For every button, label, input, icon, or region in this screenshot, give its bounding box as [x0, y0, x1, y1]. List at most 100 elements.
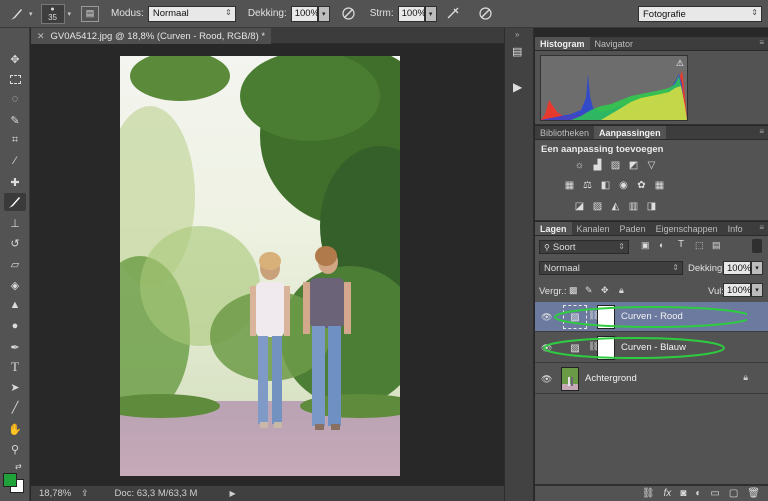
line-tool-icon[interactable]: ╱ [4, 398, 26, 416]
tab-properties[interactable]: Eigenschappen [651, 222, 723, 235]
hue-saturation-icon[interactable]: ▦ [563, 179, 576, 191]
layer-style-icon[interactable]: fx [664, 488, 672, 499]
flow-dropdown[interactable]: ▾ [424, 5, 437, 22]
exposure-icon[interactable]: ◩ [627, 159, 640, 171]
add-mask-icon[interactable]: ◙ [680, 488, 686, 499]
new-adjustment-icon[interactable]: ◐ [695, 488, 701, 499]
tab-paths[interactable]: Paden [615, 222, 651, 235]
levels-icon[interactable]: ▟ [591, 159, 604, 171]
marquee-tool-icon[interactable] [4, 70, 26, 88]
brush-preset-picker[interactable]: ● 35 [40, 3, 65, 24]
airbrush-icon[interactable] [445, 6, 463, 21]
fill-field[interactable]: 100% [723, 283, 751, 297]
dodge-tool-icon[interactable]: ● [4, 317, 26, 335]
pressure-size-icon[interactable] [477, 6, 495, 21]
filter-smart-object-icon[interactable]: ▤ [712, 240, 721, 251]
lasso-tool-icon[interactable]: ◌ [4, 90, 26, 108]
background-layer-thumbnail[interactable] [561, 367, 579, 391]
filter-shape-icon[interactable]: ⬚ [695, 240, 704, 251]
layer-row-curves-red[interactable]: 👁︎ ▨ ⛓︎ Curven - Rood [535, 302, 768, 332]
foreground-color-swatch[interactable] [3, 473, 17, 487]
clone-stamp-tool-icon[interactable]: ⊥ [4, 214, 26, 232]
gradient-map-icon[interactable]: ▥ [627, 200, 640, 212]
channel-mixer-icon[interactable]: ✿ [635, 179, 648, 191]
threshold-icon[interactable]: ◭ [609, 200, 622, 212]
filter-pixel-icon[interactable]: ▣ [641, 240, 650, 251]
lock-transparency-icon[interactable]: ▩ [569, 285, 578, 296]
selective-color-icon[interactable]: ◨ [645, 200, 658, 212]
blend-mode-select[interactable]: Normaal ⇕ [539, 261, 683, 275]
layer-name[interactable]: Achtergrond [585, 373, 637, 384]
warning-icon[interactable]: ⚠ [676, 58, 684, 69]
new-layer-icon[interactable]: ▢ [729, 488, 738, 499]
eraser-tool-icon[interactable]: ▱ [4, 255, 26, 273]
share-icon[interactable]: ⇪ [81, 488, 89, 499]
filter-adjustment-icon[interactable]: ◐ [659, 240, 664, 250]
brush-tool-icon[interactable] [4, 193, 26, 211]
posterize-icon[interactable]: ▨ [591, 200, 604, 212]
panel-menu-icon[interactable]: ≡ [759, 127, 764, 136]
lock-position-icon[interactable]: ✥ [601, 285, 609, 296]
filter-type-icon[interactable]: T [678, 239, 684, 250]
new-group-icon[interactable]: ▭ [710, 488, 719, 499]
crop-tool-icon[interactable]: ⌗ [4, 131, 26, 149]
brightness-icon[interactable]: ☼ [573, 159, 586, 171]
pressure-opacity-icon[interactable] [340, 6, 358, 21]
tab-histogram[interactable]: Histogram [535, 37, 590, 50]
photo-canvas[interactable] [120, 56, 400, 476]
zoom-level[interactable]: 18,78% [39, 488, 75, 499]
tab-adjustments[interactable]: Aanpassingen [594, 126, 666, 139]
history-panel-icon[interactable]: ▤ [512, 45, 528, 59]
brush-tool-icon[interactable] [5, 6, 29, 22]
panel-menu-icon[interactable]: ≡ [759, 38, 764, 47]
photo-filter-icon[interactable]: ◉ [617, 179, 630, 191]
black-white-icon[interactable]: ◧ [599, 179, 612, 191]
layer-row-curves-blue[interactable]: 👁︎ ▨ ⛓︎ Curven - Blauw [535, 333, 768, 363]
lock-pixels-icon[interactable]: ✎ [585, 285, 593, 296]
chevron-down-icon[interactable]: ▾ [29, 10, 33, 18]
vibrance-icon[interactable]: ▽ [645, 159, 658, 171]
tab-libraries[interactable]: Bibliotheken [535, 126, 594, 139]
flow-field[interactable]: 100% [397, 5, 426, 22]
opacity-dropdown[interactable]: ▾ [317, 5, 330, 22]
pen-tool-icon[interactable]: ✒ [4, 338, 26, 356]
close-icon[interactable]: ✕ [37, 31, 45, 42]
actions-panel-icon[interactable]: ▶ [513, 80, 529, 94]
path-selection-tool-icon[interactable]: ➤ [4, 378, 26, 396]
paint-bucket-tool-icon[interactable]: ◈ [4, 276, 26, 294]
workspace-select[interactable]: Fotografie ⇕ [638, 6, 762, 22]
zoom-tool-icon[interactable]: ⚲ [4, 440, 26, 458]
panel-menu-icon[interactable]: ≡ [759, 223, 764, 232]
brush-panel-icon[interactable]: ▤ [81, 5, 100, 22]
fill-dropdown[interactable]: ▾ [751, 283, 763, 297]
visibility-eye-icon[interactable]: 👁︎ [541, 374, 553, 384]
tab-navigator[interactable]: Navigator [590, 37, 639, 50]
history-brush-tool-icon[interactable]: ↺ [4, 234, 26, 252]
mode-select[interactable]: Normaal ⇕ [147, 5, 236, 22]
trash-icon[interactable]: 🗑︎ [747, 488, 760, 499]
healing-brush-tool-icon[interactable]: ✚ [4, 173, 26, 191]
layer-opacity-dropdown[interactable]: ▾ [751, 261, 763, 275]
invert-icon[interactable]: ◪ [573, 200, 586, 212]
link-layers-icon[interactable]: ⛓︎ [642, 488, 655, 499]
play-icon[interactable]: ▶ [229, 489, 235, 498]
opacity-field[interactable]: 100% [290, 5, 319, 22]
filter-toggle-icon[interactable] [752, 239, 762, 253]
layer-row-background[interactable]: 👁︎ Achtergrond 🔒︎ [535, 364, 768, 394]
collapse-icon[interactable]: » [515, 30, 519, 39]
curves-icon[interactable]: ▨ [609, 159, 622, 171]
blur-tool-icon[interactable]: ▲ [4, 296, 26, 314]
tab-channels[interactable]: Kanalen [572, 222, 615, 235]
tab-layers[interactable]: Lagen [535, 222, 572, 235]
color-lookup-icon[interactable]: ▦ [653, 179, 666, 191]
type-tool-icon[interactable]: T [4, 358, 26, 376]
canvas-area[interactable] [31, 44, 504, 485]
lock-all-icon[interactable]: 🔒︎ [619, 285, 624, 296]
swap-colors-icon[interactable]: ⇄ [15, 462, 22, 471]
color-balance-icon[interactable]: ⚖ [581, 179, 594, 191]
layer-opacity-field[interactable]: 100% [723, 261, 751, 275]
quick-selection-tool-icon[interactable]: ✎ [4, 111, 26, 129]
eyedropper-tool-icon[interactable]: ⁄ [4, 152, 26, 170]
document-tab[interactable]: ✕ GV0A5412.jpg @ 18,8% (Curven - Rood, R… [31, 28, 271, 44]
layer-filter-select[interactable]: ⚲ Soort ⇕ [539, 240, 629, 254]
